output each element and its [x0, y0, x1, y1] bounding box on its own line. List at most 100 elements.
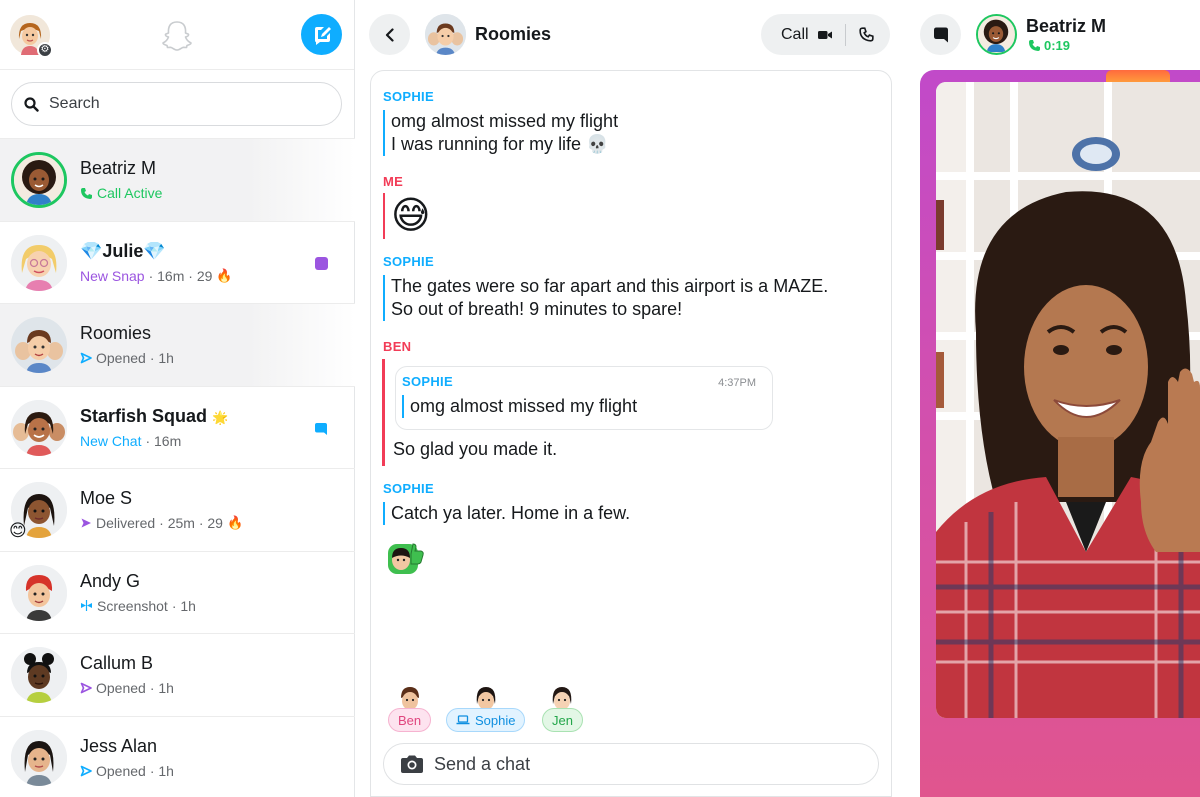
conversation-list: Beatriz M Call Active 💎Julie💎 New Snap ·…: [0, 139, 355, 797]
bitmoji-avatar-icon: [14, 155, 64, 205]
conversation-item[interactable]: 💎Julie💎 New Snap · 16m · 29 🔥: [0, 222, 355, 304]
video-camera-icon: [817, 30, 832, 39]
message-bubble[interactable]: The gates were so far apart and this air…: [383, 275, 828, 321]
chat-bubble-icon: [933, 27, 948, 42]
call-controls: Call: [761, 14, 890, 55]
conversation-name: Starfish Squad 🌟: [80, 405, 229, 426]
conversation-status: Call Active: [80, 185, 162, 201]
video-scene-image: [936, 82, 1200, 718]
chat-input-bar[interactable]: [383, 743, 879, 785]
group-avatar-icon: [425, 14, 466, 55]
conversation-status: Opened · 1h: [80, 350, 174, 366]
search-bar[interactable]: [11, 82, 342, 126]
my-profile-avatar[interactable]: ⚙: [10, 15, 53, 58]
present-chip-ben[interactable]: Ben: [388, 708, 432, 732]
message-sender: SOPHIE: [383, 89, 434, 104]
chat-header: Roomies Call: [356, 0, 904, 70]
emoji-message[interactable]: 😅: [383, 193, 431, 239]
message-sender: ME: [383, 174, 404, 189]
remote-video-feed[interactable]: [936, 82, 1200, 718]
thumbs-up-sticker-icon[interactable]: [386, 538, 426, 576]
new-snap-badge: [315, 256, 328, 270]
group-avatar-icon: [11, 317, 67, 373]
conversation-status: New Chat · 16m: [80, 432, 182, 449]
conversation-item[interactable]: Roomies Opened · 1h: [0, 304, 355, 387]
chat-title[interactable]: Roomies: [475, 24, 551, 45]
avatar: [11, 152, 67, 208]
phone-icon: [1029, 40, 1040, 51]
sparkle-star-icon: 🌟: [212, 409, 229, 425]
video-call-button[interactable]: Call: [761, 14, 833, 55]
voice-call-button[interactable]: [846, 27, 874, 42]
avatar: [11, 317, 67, 373]
bitmoji-avatar-icon: [11, 234, 67, 291]
present-chip-jen[interactable]: Jen: [542, 708, 583, 732]
back-button[interactable]: [369, 14, 410, 55]
conversation-name: Callum B: [80, 653, 154, 673]
conversation-status: Opened · 1h: [80, 763, 174, 779]
conversation-status: New Snap · 16m · 29 🔥: [80, 267, 233, 284]
phone-icon: [81, 187, 92, 199]
present-user: Sophie: [446, 684, 526, 732]
caller-avatar[interactable]: [976, 14, 1017, 55]
present-user: Jen: [542, 684, 583, 732]
open-chat-button[interactable]: [920, 14, 961, 55]
chat-message-input[interactable]: [434, 753, 854, 775]
conversation-item[interactable]: Jess Alan Opened · 1h: [0, 717, 355, 797]
conversation-name: Roomies: [80, 323, 152, 343]
message-sender: SOPHIE: [383, 254, 434, 269]
message-bubble[interactable]: Catch ya later. Home in a few.: [383, 502, 630, 525]
compose-icon: [314, 26, 331, 45]
conversation-item[interactable]: Callum B Opened · 1h: [0, 634, 355, 717]
quoted-message[interactable]: SOPHIE 4:37PM omg almost missed my fligh…: [395, 366, 773, 430]
conversation-status: Delivered · 25m · 29 🔥: [80, 515, 243, 531]
new-chat-button[interactable]: [301, 14, 342, 55]
conversation-name: 💎Julie💎: [80, 240, 166, 261]
message-text[interactable]: So glad you made it.: [393, 439, 557, 460]
conversation-name: Beatriz M: [80, 158, 157, 178]
snapchat-ghost-icon[interactable]: [159, 18, 195, 54]
conversation-item[interactable]: Beatriz M Call Active: [0, 139, 355, 222]
phone-icon: [858, 27, 874, 42]
message-sender: SOPHIE: [383, 481, 434, 496]
group-avatar-icon: [11, 399, 67, 456]
avatar: [11, 234, 67, 291]
call-header: Beatriz M 0:19: [904, 0, 1200, 70]
conversation-item[interactable]: Starfish Squad 🌟 New Chat · 16m: [0, 387, 355, 469]
fire-streak-icon: 🔥: [216, 267, 233, 283]
opened-arrow-icon: [80, 682, 92, 694]
sidebar-header: ⚙: [0, 0, 354, 70]
conversation-sidebar: ⚙ Search Beatriz M Call Active 💎Julie💎 N…: [0, 0, 355, 797]
message-bubble[interactable]: omg almost missed my flight I was runnin…: [383, 110, 618, 156]
conversation-name: Moe S: [80, 488, 133, 508]
message-sender: BEN: [383, 339, 412, 354]
conversation-status: Screenshot · 1h: [80, 598, 196, 614]
new-chat-badge-icon: [315, 422, 327, 435]
avatar: [11, 399, 67, 456]
bitmoji-avatar-icon: [11, 564, 67, 621]
conversation-item[interactable]: Andy G Screenshot · 1h: [0, 552, 355, 634]
laptop-icon: [456, 715, 470, 725]
conversation-item[interactable]: 😊 Moe S Delivered · 25m · 29 🔥: [0, 469, 355, 552]
video-call-frame: [920, 70, 1200, 797]
camera-icon[interactable]: [400, 754, 424, 774]
quoted-timestamp: 4:37PM: [718, 377, 756, 389]
search-input[interactable]: [49, 95, 309, 113]
avatar: [11, 647, 67, 703]
call-timer: 0:19: [1028, 38, 1070, 53]
chevron-left-icon: [385, 27, 394, 42]
bitmoji-avatar-icon: [11, 647, 67, 703]
conversation-name: Andy G: [80, 570, 141, 591]
search-icon: [24, 96, 39, 112]
bitmoji-avatar-icon: [978, 16, 1014, 52]
conversation-name: Jess Alan: [80, 735, 158, 756]
present-chip-sophie[interactable]: Sophie: [446, 708, 526, 732]
present-user: Ben: [388, 684, 432, 732]
avatar: [11, 564, 67, 621]
fire-streak-icon: 🔥: [226, 515, 244, 530]
delivered-arrow-icon: [81, 518, 91, 528]
group-avatar[interactable]: [425, 14, 466, 55]
gear-icon[interactable]: ⚙: [37, 42, 53, 58]
quoted-sender: SOPHIE: [402, 374, 453, 389]
smiley-emoji-icon: 😊: [9, 521, 27, 540]
